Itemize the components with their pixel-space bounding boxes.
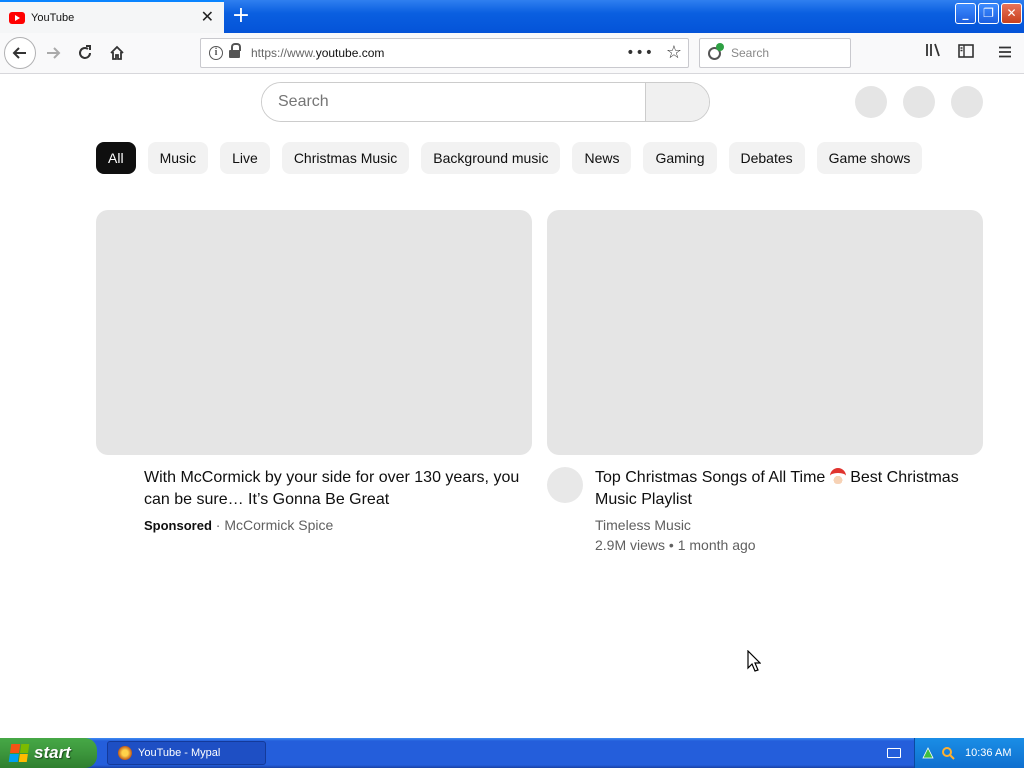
- url-prefix: https://www.: [251, 46, 316, 60]
- video-card: Top Christmas Songs of All Time Best Chr…: [547, 210, 983, 553]
- youtube-search-input[interactable]: [262, 83, 646, 121]
- taskbar-window-youtube[interactable]: YouTube - Mypal: [107, 741, 266, 765]
- bookmark-star-icon[interactable]: ☆: [666, 42, 682, 63]
- chip-news[interactable]: News: [572, 142, 632, 174]
- minimize-button[interactable]: _: [955, 3, 976, 24]
- channel-name[interactable]: McCormick Spice: [224, 517, 333, 533]
- chip-live[interactable]: Live: [220, 142, 270, 174]
- library-icon[interactable]: [922, 41, 946, 65]
- upload-age: 1 month ago: [677, 537, 756, 553]
- start-label: start: [34, 743, 71, 762]
- avatar[interactable]: [951, 86, 983, 118]
- taskbar-window-label: YouTube - Mypal: [138, 747, 221, 759]
- url-domain: youtube.com: [315, 46, 385, 60]
- meta-separator: •: [668, 537, 678, 553]
- chip-game-shows[interactable]: Game shows: [816, 142, 923, 174]
- video-title-part: Top Christmas Songs of All Time: [595, 469, 826, 486]
- chip-background-music[interactable]: Background music: [421, 142, 561, 174]
- search-magnifier-icon[interactable]: [941, 746, 955, 760]
- back-arrow-icon[interactable]: [4, 37, 36, 69]
- video-thumbnail[interactable]: [547, 210, 983, 455]
- forward-arrow-icon[interactable]: [38, 38, 68, 68]
- chip-music[interactable]: Music: [147, 142, 209, 174]
- url-text[interactable]: https://www.youtube.com: [251, 46, 384, 60]
- clock[interactable]: 10:36 AM: [965, 747, 1011, 759]
- video-title[interactable]: With McCormick by your side for over 130…: [144, 467, 524, 511]
- home-icon[interactable]: [102, 38, 132, 68]
- tab-close-icon[interactable]: ✕: [201, 9, 214, 25]
- video-meta: Sponsored · McCormick Spice: [144, 517, 333, 533]
- restore-button[interactable]: ❐: [978, 3, 999, 24]
- windows-logo-icon: [8, 744, 30, 762]
- video-stats: 2.9M views • 1 month ago: [595, 537, 756, 553]
- lock-icon[interactable]: [229, 43, 241, 59]
- channel-name[interactable]: Timeless Music: [595, 517, 691, 533]
- chip-debates[interactable]: Debates: [728, 142, 805, 174]
- close-window-button[interactable]: ✕: [1001, 3, 1022, 24]
- search-engine-icon: [708, 42, 724, 60]
- youtube-favicon-icon: [9, 11, 25, 24]
- url-bar[interactable]: i https://www.youtube.com ••• ☆: [200, 38, 689, 68]
- view-count: 2.9M views: [595, 537, 666, 553]
- chip-all[interactable]: All: [96, 142, 136, 174]
- reload-icon[interactable]: [70, 38, 100, 68]
- network-icon[interactable]: [921, 746, 935, 760]
- santa-emoji-icon: [829, 468, 846, 484]
- hamburger-menu-icon[interactable]: [993, 41, 1017, 65]
- video-thumbnail[interactable]: [96, 210, 532, 455]
- mypal-browser-icon: [118, 746, 132, 760]
- page-actions-menu-icon[interactable]: •••: [626, 45, 654, 61]
- video-card-sponsored: With McCormick by your side for over 130…: [96, 210, 532, 533]
- info-icon[interactable]: i: [209, 46, 223, 60]
- keyboard-icon[interactable]: [887, 748, 901, 758]
- browser-search-bar[interactable]: Search: [699, 38, 851, 68]
- header-icon-placeholder[interactable]: [903, 86, 935, 118]
- chip-christmas-music[interactable]: Christmas Music: [281, 142, 410, 174]
- sponsored-label: Sponsored: [144, 518, 212, 533]
- browser-search-placeholder: Search: [731, 46, 770, 60]
- youtube-search-button[interactable]: [645, 83, 709, 121]
- video-title[interactable]: Top Christmas Songs of All Time Best Chr…: [595, 467, 975, 511]
- channel-avatar[interactable]: [547, 467, 583, 503]
- browser-navbar: i https://www.youtube.com ••• ☆ Search: [0, 33, 1024, 74]
- window-controls: _ ❐ ✕: [955, 3, 1022, 24]
- filter-chips: All Music Live Christmas Music Backgroun…: [96, 142, 923, 174]
- youtube-search-box: [261, 82, 710, 122]
- tab-title: YouTube: [31, 11, 75, 24]
- start-button[interactable]: start: [0, 738, 97, 768]
- chip-gaming[interactable]: Gaming: [643, 142, 717, 174]
- browser-titlebar: YouTube ✕ + _ ❐ ✕: [0, 0, 1024, 33]
- new-tab-plus-icon[interactable]: +: [228, 4, 254, 30]
- sidebar-toggle-icon[interactable]: [954, 41, 978, 65]
- header-icon-placeholder[interactable]: [855, 86, 887, 118]
- browser-tab-youtube[interactable]: YouTube ✕: [0, 0, 224, 33]
- taskbar: start YouTube - Mypal 10:36 AM: [0, 738, 1024, 768]
- system-tray: 10:36 AM: [914, 738, 1024, 768]
